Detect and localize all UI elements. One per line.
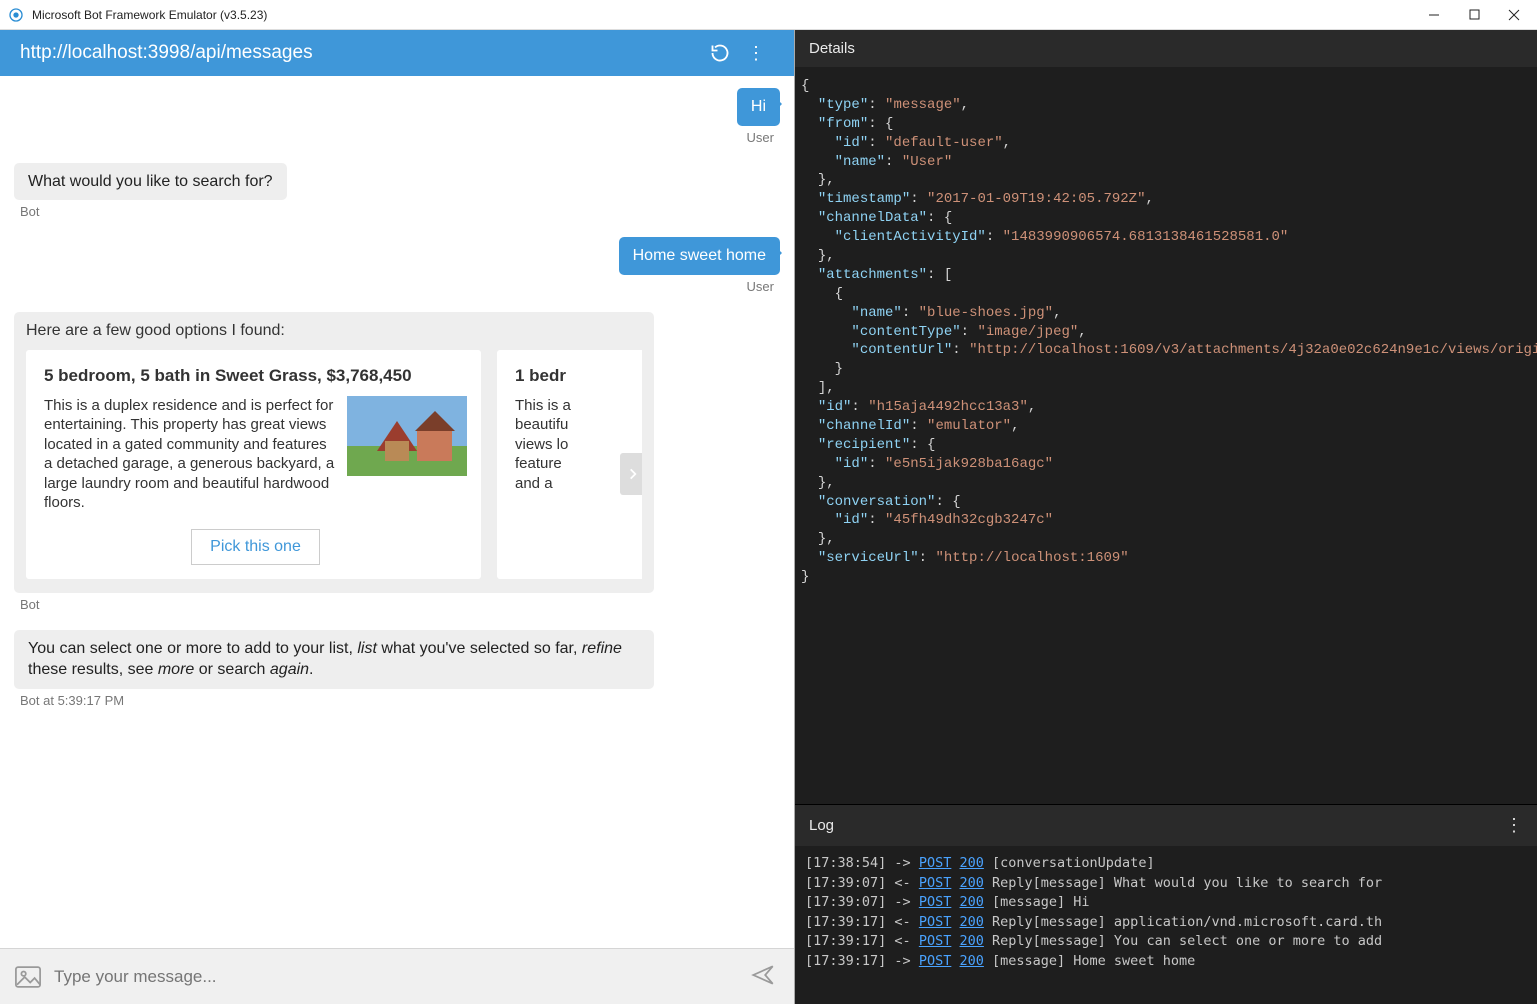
message-sender-label: Bot xyxy=(20,204,40,219)
log-line[interactable]: [17:39:17] <- POST 200 Reply[message] Yo… xyxy=(805,932,1527,952)
bot-url-input[interactable]: http://localhost:3998/api/messages xyxy=(20,42,702,64)
window-titlebar: Microsoft Bot Framework Emulator (v3.5.2… xyxy=(0,0,1537,30)
text-emphasis: more xyxy=(158,661,194,678)
card-carousel-container: Here are a few good options I found: 5 b… xyxy=(14,312,654,593)
text-fragment: You can select one or more to add to you… xyxy=(28,640,357,657)
text-fragment: . xyxy=(309,661,313,678)
details-json-viewer[interactable]: { "type": "message", "from": { "id": "de… xyxy=(795,67,1537,804)
text-fragment: these results, see xyxy=(28,661,158,678)
address-bar: http://localhost:3998/api/messages xyxy=(0,30,794,76)
message-bubble[interactable]: What would you like to search for? xyxy=(14,163,287,201)
inspector-pane: Details { "type": "message", "from": { "… xyxy=(795,30,1537,1004)
text-fragment: what you've selected so far, xyxy=(377,640,582,657)
log-panel: Log [17:38:54] -> POST 200 [conversation… xyxy=(795,804,1537,1004)
message-bubble[interactable]: Hi xyxy=(737,88,780,126)
log-more-button[interactable] xyxy=(1505,815,1523,836)
message-input[interactable] xyxy=(54,967,738,987)
text-emphasis: list xyxy=(357,640,377,657)
message-bot: What would you like to search for? Bot xyxy=(14,163,780,232)
message-composer xyxy=(0,948,794,1004)
text-emphasis: again xyxy=(270,661,309,678)
text-emphasis: refine xyxy=(582,640,622,657)
message-bot: You can select one or more to add to you… xyxy=(14,630,780,720)
send-button[interactable] xyxy=(750,962,780,991)
log-line[interactable]: [17:39:17] -> POST 200 [message] Home sw… xyxy=(805,952,1527,972)
message-sender-label: User xyxy=(747,279,774,294)
message-sender-label: User xyxy=(747,130,774,145)
details-panel-header: Details xyxy=(795,30,1537,67)
more-menu-button[interactable] xyxy=(738,43,774,64)
log-line[interactable]: [17:39:07] <- POST 200 Reply[message] Wh… xyxy=(805,874,1527,894)
card-description: This is a duplex residence and is perfec… xyxy=(44,396,335,513)
refresh-button[interactable] xyxy=(702,43,738,63)
app-icon xyxy=(8,7,24,23)
attach-image-button[interactable] xyxy=(14,966,42,988)
card-thumbnail xyxy=(347,396,467,476)
window-close-button[interactable] xyxy=(1505,6,1523,24)
message-bot-carousel: Here are a few good options I found: 5 b… xyxy=(14,312,780,624)
listing-card[interactable]: 5 bedroom, 5 bath in Sweet Grass, $3,768… xyxy=(26,350,481,579)
window-maximize-button[interactable] xyxy=(1465,6,1483,24)
message-sender-label: Bot at 5:39:17 PM xyxy=(20,693,124,708)
message-user: Hi User xyxy=(14,88,780,157)
log-panel-header: Log xyxy=(795,805,1537,846)
log-viewer[interactable]: [17:38:54] -> POST 200 [conversationUpda… xyxy=(795,846,1537,1004)
card-description: This is a beautifu views lo feature and … xyxy=(515,396,571,494)
conversation-scroll[interactable]: Hi User What would you like to search fo… xyxy=(0,76,794,948)
carousel-next-button[interactable] xyxy=(620,453,642,495)
log-line[interactable]: [17:39:07] -> POST 200 [message] Hi xyxy=(805,893,1527,913)
window-minimize-button[interactable] xyxy=(1425,6,1443,24)
details-header-label: Details xyxy=(809,40,855,57)
message-user: Home sweet home User xyxy=(14,237,780,306)
message-bubble[interactable]: Home sweet home xyxy=(619,237,780,275)
card-title: 5 bedroom, 5 bath in Sweet Grass, $3,768… xyxy=(44,366,467,386)
card-carousel[interactable]: 5 bedroom, 5 bath in Sweet Grass, $3,768… xyxy=(26,350,642,579)
message-bubble[interactable]: You can select one or more to add to you… xyxy=(14,630,654,689)
log-line[interactable]: [17:38:54] -> POST 200 [conversationUpda… xyxy=(805,854,1527,874)
log-header-label: Log xyxy=(809,817,834,834)
message-sender-label: Bot xyxy=(20,597,40,612)
carousel-intro-text: Here are a few good options I found: xyxy=(26,322,642,340)
window-title: Microsoft Bot Framework Emulator (v3.5.2… xyxy=(32,8,1425,22)
card-title: 1 bedr xyxy=(515,366,642,386)
pick-this-one-button[interactable]: Pick this one xyxy=(191,529,320,565)
chat-pane: http://localhost:3998/api/messages Hi Us… xyxy=(0,30,795,1004)
text-fragment: or search xyxy=(194,661,270,678)
log-line[interactable]: [17:39:17] <- POST 200 Reply[message] ap… xyxy=(805,913,1527,933)
